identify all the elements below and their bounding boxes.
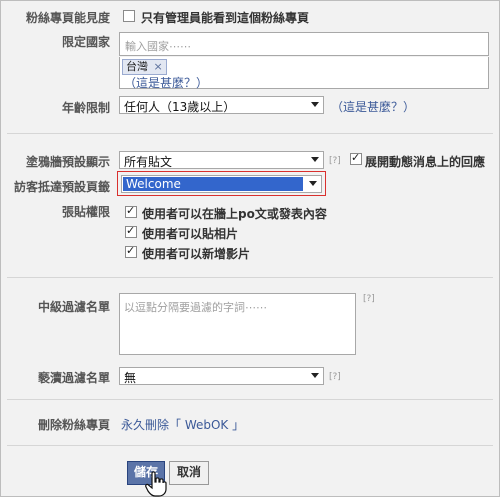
age-help-link[interactable]: （這是甚麼？） — [331, 98, 415, 115]
token-remove-icon[interactable]: × — [154, 60, 163, 73]
profanity-select[interactable]: 無 — [119, 367, 324, 385]
chevron-down-icon — [311, 157, 319, 162]
landing-tab-select[interactable]: Welcome — [121, 175, 322, 193]
landing-tab-value: Welcome — [126, 177, 181, 191]
wall-select-value: 所有貼文 — [124, 155, 173, 169]
country-help-link[interactable]: （這是甚麼？） — [124, 74, 208, 91]
expand-comments-checkbox[interactable] — [350, 151, 362, 165]
posting-checkbox-videos[interactable] — [125, 244, 137, 258]
country-token-text: 台灣 — [126, 60, 148, 73]
divider — [7, 399, 493, 400]
chevron-down-icon — [309, 181, 317, 186]
cancel-button[interactable]: 取消 — [169, 461, 209, 485]
profanity-label: 褻瀆過濾名單 — [37, 371, 110, 385]
posting-option-videos: 使用者可以新增影片 — [142, 247, 251, 261]
country-label: 限定國家 — [61, 35, 110, 49]
moderation-placeholder: 以逗點分隔要過濾的字詞⋯⋯ — [124, 301, 267, 314]
delete-page-link[interactable]: 永久刪除「 WebOK 」 — [121, 416, 244, 433]
moderation-textarea[interactable]: 以逗點分隔要過濾的字詞⋯⋯ — [119, 293, 356, 355]
moderation-label: 中級過濾名單 — [37, 300, 110, 314]
posting-checkbox-photos[interactable] — [125, 224, 137, 238]
posting-option-wall: 使用者可以在牆上po文或發表內容 — [142, 207, 327, 221]
hand-cursor-icon — [145, 471, 167, 497]
country-placeholder: 輸入國家⋯⋯ — [125, 40, 191, 53]
wall-select[interactable]: 所有貼文 — [119, 151, 324, 169]
wall-label: 塗鴉牆預設顯示 — [25, 155, 110, 169]
country-token: 台灣 × — [122, 59, 167, 75]
age-select-value: 任何人（13歲以上） — [124, 100, 236, 114]
settings-panel: 粉絲專頁能見度 只有管理員能看到這個粉絲專頁 限定國家 輸入國家⋯⋯ 台灣 × … — [0, 0, 500, 497]
landing-tab-label: 訪客抵達預設頁籤 — [13, 180, 110, 194]
country-input[interactable]: 輸入國家⋯⋯ — [119, 32, 489, 56]
profanity-select-value: 無 — [124, 371, 137, 385]
profanity-help-icon[interactable]: [?] — [329, 372, 341, 382]
visibility-option-label: 只有管理員能看到這個粉絲專頁 — [141, 11, 310, 25]
visibility-label: 粉絲專頁能見度 — [25, 11, 110, 25]
moderation-help-icon[interactable]: [?] — [363, 294, 375, 304]
posting-label: 張貼權限 — [61, 205, 110, 219]
visibility-checkbox[interactable] — [123, 10, 135, 22]
divider — [7, 133, 493, 134]
expand-comments-label: 展開動態消息上的回應 — [365, 155, 486, 169]
age-select[interactable]: 任何人（13歲以上） — [119, 96, 324, 114]
age-label: 年齡限制 — [61, 101, 110, 115]
posting-checkbox-wall[interactable] — [125, 204, 137, 218]
divider — [7, 277, 493, 278]
posting-option-photos: 使用者可以貼相片 — [142, 227, 239, 241]
chevron-down-icon — [311, 102, 319, 107]
country-token-area: 台灣 × （這是甚麼？） — [119, 57, 489, 91]
wall-help-icon[interactable]: [?] — [329, 156, 341, 166]
divider — [7, 445, 493, 446]
chevron-down-icon — [311, 373, 319, 378]
delete-label: 刪除粉絲專頁 — [37, 418, 110, 432]
